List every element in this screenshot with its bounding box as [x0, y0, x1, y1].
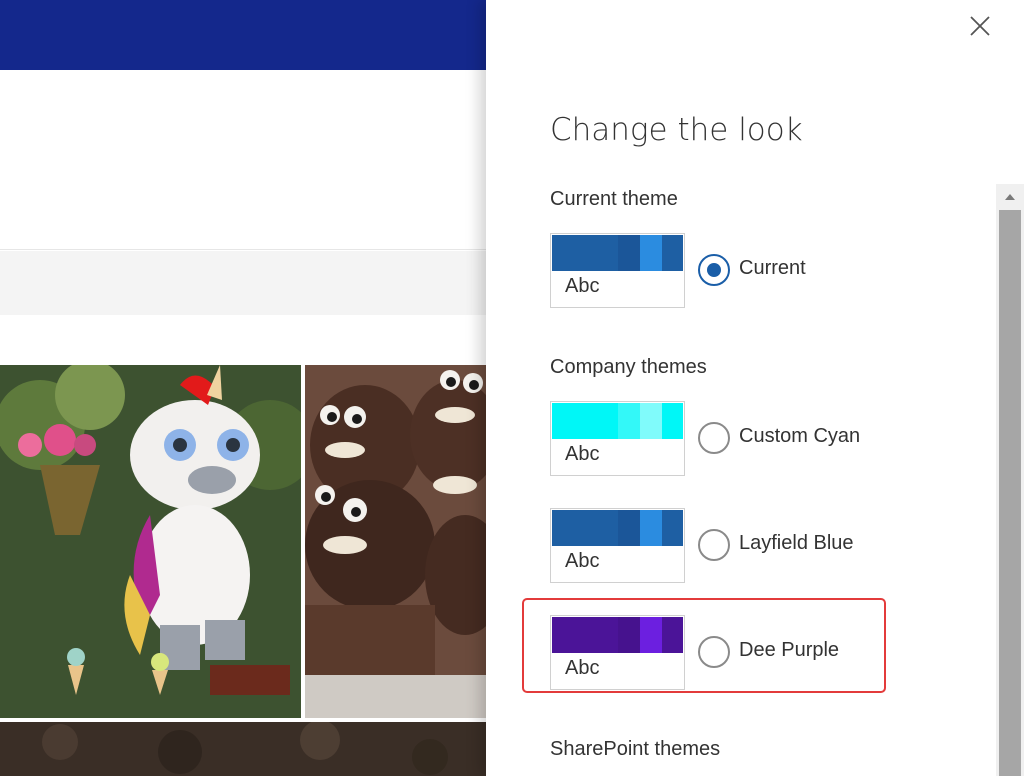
theme-label: Custom Cyan	[739, 425, 861, 447]
swatch-color-bar	[618, 617, 640, 653]
scrollbar-thumb[interactable]	[999, 210, 1021, 776]
theme-radio-layfield-blue[interactable]	[698, 529, 730, 561]
theme-label: Dee Purple	[739, 639, 840, 661]
swatch-sample-text: Abc	[565, 657, 600, 679]
swatch-sample-text: Abc	[565, 550, 600, 572]
swatch-color-bar	[662, 403, 683, 439]
swatch-color-bar	[640, 617, 662, 653]
suite-bar	[0, 0, 486, 70]
theme-option-current[interactable]: Abc Current	[550, 233, 890, 309]
swatch-color-bar	[618, 510, 640, 546]
theme-radio-dee-purple[interactable]	[698, 636, 730, 668]
theme-swatch: Abc	[550, 401, 685, 476]
swatch-color-bar	[552, 403, 596, 439]
close-button[interactable]	[966, 12, 994, 40]
theme-radio-custom-cyan[interactable]	[698, 422, 730, 454]
swatch-sample-text: Abc	[565, 275, 600, 297]
section-title-current-theme: Current theme	[550, 188, 678, 210]
theme-option-custom-cyan[interactable]: Abc Custom Cyan	[550, 401, 890, 477]
background-page	[0, 0, 486, 776]
theme-label: Layfield Blue	[739, 532, 854, 554]
cupcakes-photo-tile[interactable]	[305, 365, 486, 718]
scroll-up-button[interactable]	[996, 184, 1024, 210]
panel-scrollbar[interactable]	[996, 184, 1024, 776]
section-title-company-themes: Company themes	[550, 356, 707, 378]
swatch-color-bar	[662, 510, 683, 546]
theme-option-dee-purple[interactable]: Abc Dee Purple	[550, 615, 890, 691]
theme-swatch: Abc	[550, 508, 685, 583]
soil-photo	[0, 722, 486, 776]
swatch-color-bar	[552, 617, 596, 653]
radio-selected-dot	[707, 263, 721, 277]
theme-radio-current[interactable]	[698, 254, 730, 286]
swatch-color-bar	[596, 617, 618, 653]
unicorn-photo-tile[interactable]	[0, 365, 301, 718]
swatch-sample-text: Abc	[565, 443, 600, 465]
swatch-color-bar	[596, 235, 618, 271]
swatch-color-bars	[552, 403, 683, 439]
theme-option-layfield-blue[interactable]: Abc Layfield Blue	[550, 508, 890, 584]
site-header	[0, 70, 486, 250]
panel-title: Change the look	[550, 112, 803, 148]
swatch-color-bar	[552, 235, 596, 271]
swatch-color-bar	[662, 235, 683, 271]
swatch-color-bars	[552, 235, 683, 271]
swatch-color-bar	[640, 510, 662, 546]
swatch-color-bars	[552, 617, 683, 653]
change-the-look-panel: Change the look Current theme Abc Curren…	[486, 0, 1024, 776]
command-bar	[0, 251, 486, 315]
swatch-color-bar	[662, 617, 683, 653]
scroll-up-arrow-icon	[1005, 194, 1015, 200]
swatch-color-bar	[618, 235, 640, 271]
swatch-color-bar	[596, 403, 618, 439]
unicorn-photo	[0, 365, 301, 718]
theme-swatch: Abc	[550, 615, 685, 690]
swatch-color-bar	[640, 235, 662, 271]
swatch-color-bar	[596, 510, 618, 546]
soil-photo-tile[interactable]	[0, 722, 486, 776]
swatch-color-bar	[552, 510, 596, 546]
theme-label: Current	[739, 257, 806, 279]
section-title-sharepoint-themes: SharePoint themes	[550, 738, 721, 760]
close-icon	[970, 16, 990, 36]
swatch-color-bar	[640, 403, 662, 439]
swatch-color-bars	[552, 510, 683, 546]
theme-swatch: Abc	[550, 233, 685, 308]
swatch-color-bar	[618, 403, 640, 439]
cupcakes-photo	[305, 365, 486, 718]
